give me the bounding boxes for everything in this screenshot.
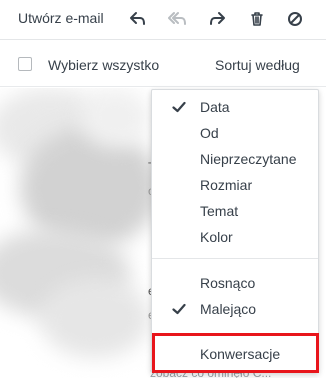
sort-menu-item-from[interactable]: Od: [152, 120, 318, 146]
compose-button[interactable]: Utwórz e-mail: [18, 10, 104, 26]
sort-by-button[interactable]: Sortuj według: [215, 57, 300, 73]
sort-menu-item-ascending[interactable]: Rosnąco: [152, 270, 318, 296]
sort-menu-item-label: Kolor: [200, 229, 233, 245]
sort-menu-item-subject[interactable]: Temat: [152, 198, 318, 224]
select-all-label[interactable]: Wybierz wszystko: [48, 57, 159, 73]
sort-menu-item-label: Nieprzeczytane: [200, 151, 297, 167]
sort-menu-item-descending[interactable]: Malejąco: [152, 296, 318, 322]
reply-all-icon[interactable]: [168, 9, 188, 29]
sort-menu-item-color[interactable]: Kolor: [152, 224, 318, 250]
reply-icon[interactable]: [128, 9, 148, 29]
highlight-box: [152, 333, 319, 373]
sort-menu-item-label: Data: [200, 99, 230, 115]
select-all-checkbox[interactable]: [18, 57, 32, 71]
sort-menu-item-label: Rosnąco: [200, 275, 256, 291]
sort-menu-item-label: Rozmiar: [200, 177, 253, 193]
sort-menu-item-data[interactable]: Data: [152, 94, 318, 120]
forward-icon[interactable]: [207, 9, 227, 29]
trash-icon[interactable]: [247, 9, 267, 29]
toolbar: Utwórz e-mail: [0, 0, 326, 40]
list-header: Wybierz wszystko Sortuj według: [0, 41, 326, 87]
checkmark-icon: [172, 100, 186, 114]
checkmark-icon: [172, 302, 186, 316]
sort-menu-item-label: Temat: [200, 203, 239, 219]
blurred-region: [80, 88, 150, 148]
sort-menu-item-label: Od: [200, 125, 219, 141]
blurred-region: [40, 278, 150, 358]
sort-menu-item-size[interactable]: Rozmiar: [152, 172, 318, 198]
block-icon[interactable]: [285, 9, 305, 29]
sort-menu: Data Od Nieprzeczytane Rozmiar Temat Kol…: [151, 89, 319, 373]
menu-divider: [152, 258, 318, 259]
sort-menu-item-label: Malejąco: [200, 301, 257, 317]
sort-menu-item-unread[interactable]: Nieprzeczytane: [152, 146, 318, 172]
